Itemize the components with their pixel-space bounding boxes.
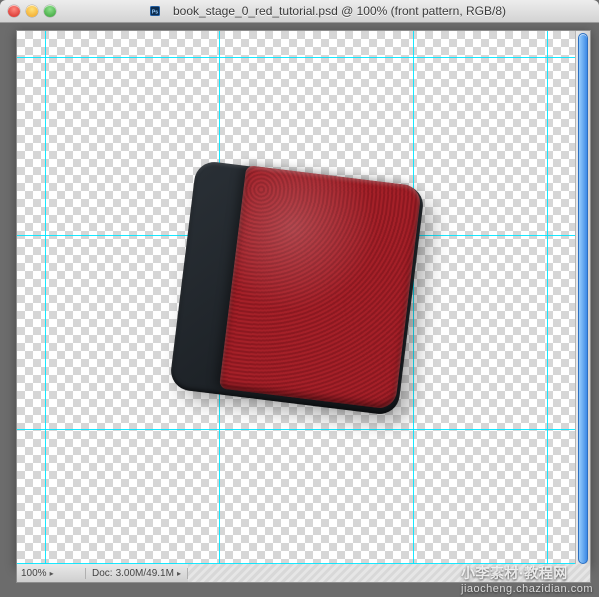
zoom-readout[interactable]: 100% ▸ <box>17 568 86 579</box>
doc-size-readout[interactable]: Doc: 3.00M/49.1M ▸ <box>86 568 188 579</box>
traffic-lights <box>8 5 56 17</box>
chevron-right-icon: ▸ <box>177 569 181 578</box>
zoom-button[interactable] <box>44 5 56 17</box>
guide-horizontal[interactable] <box>17 429 576 430</box>
guide-horizontal[interactable] <box>17 57 576 58</box>
doc-size-label: Doc: <box>92 568 113 579</box>
title-wrap: Ps book_stage_0_red_tutorial.psd @ 100% … <box>64 4 591 18</box>
book-cover <box>219 165 422 410</box>
minimize-button[interactable] <box>26 5 38 17</box>
status-bar: 100% ▸ Doc: 3.00M/49.1M ▸ <box>16 564 591 583</box>
titlebar[interactable]: Ps book_stage_0_red_tutorial.psd @ 100% … <box>0 0 599 23</box>
canvas[interactable] <box>17 31 576 566</box>
svg-text:Ps: Ps <box>152 9 158 15</box>
photoshop-window: Ps book_stage_0_red_tutorial.psd @ 100% … <box>0 0 599 597</box>
vertical-scrollbar[interactable] <box>575 31 590 566</box>
psd-file-icon: Ps <box>149 5 161 17</box>
document-window <box>16 30 591 567</box>
doc-size-value: 3.00M/49.1M <box>116 568 174 579</box>
guide-vertical[interactable] <box>45 31 46 566</box>
watermark-line-2: jiaocheng.chazidian.com <box>461 583 593 595</box>
guide-vertical[interactable] <box>547 31 548 566</box>
status-preview-strip[interactable] <box>188 564 590 582</box>
window-chrome: Ps book_stage_0_red_tutorial.psd @ 100% … <box>0 0 599 23</box>
zoom-value: 100% <box>21 568 47 579</box>
close-button[interactable] <box>8 5 20 17</box>
chevron-right-icon: ▸ <box>50 569 54 578</box>
book-icon-artwork <box>182 173 412 403</box>
scrollbar-thumb[interactable] <box>578 33 588 564</box>
window-title: book_stage_0_red_tutorial.psd @ 100% (fr… <box>173 4 506 18</box>
